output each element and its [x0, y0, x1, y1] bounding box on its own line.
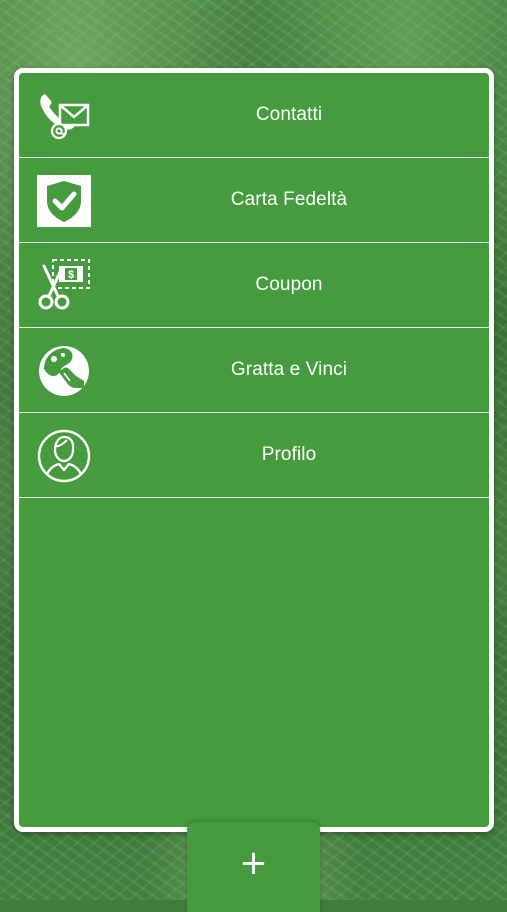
menu-item-gratta-e-vinci[interactable]: Gratta e Vinci — [19, 328, 489, 413]
plus-icon: + — [239, 843, 268, 883]
menu-item-carta-fedelta[interactable]: Carta Fedeltà — [19, 158, 489, 243]
shield-check-icon — [37, 175, 91, 227]
menu-item-contatti[interactable]: Contatti — [19, 73, 489, 158]
menu-list: Contatti Carta Fedeltà $ Coupon Gratta e… — [19, 73, 489, 498]
menu-panel: Contatti Carta Fedeltà $ Coupon Gratta e… — [14, 68, 494, 832]
menu-item-profilo[interactable]: Profilo — [19, 413, 489, 498]
menu-item-coupon[interactable]: $ Coupon — [19, 243, 489, 328]
user-profile-icon — [37, 429, 91, 483]
svg-text:$: $ — [68, 269, 74, 281]
add-button[interactable]: + — [187, 822, 320, 912]
phone-email-icon — [40, 94, 90, 140]
scratch-card-icon — [39, 346, 89, 396]
scissors-coupon-icon: $ — [38, 259, 90, 310]
